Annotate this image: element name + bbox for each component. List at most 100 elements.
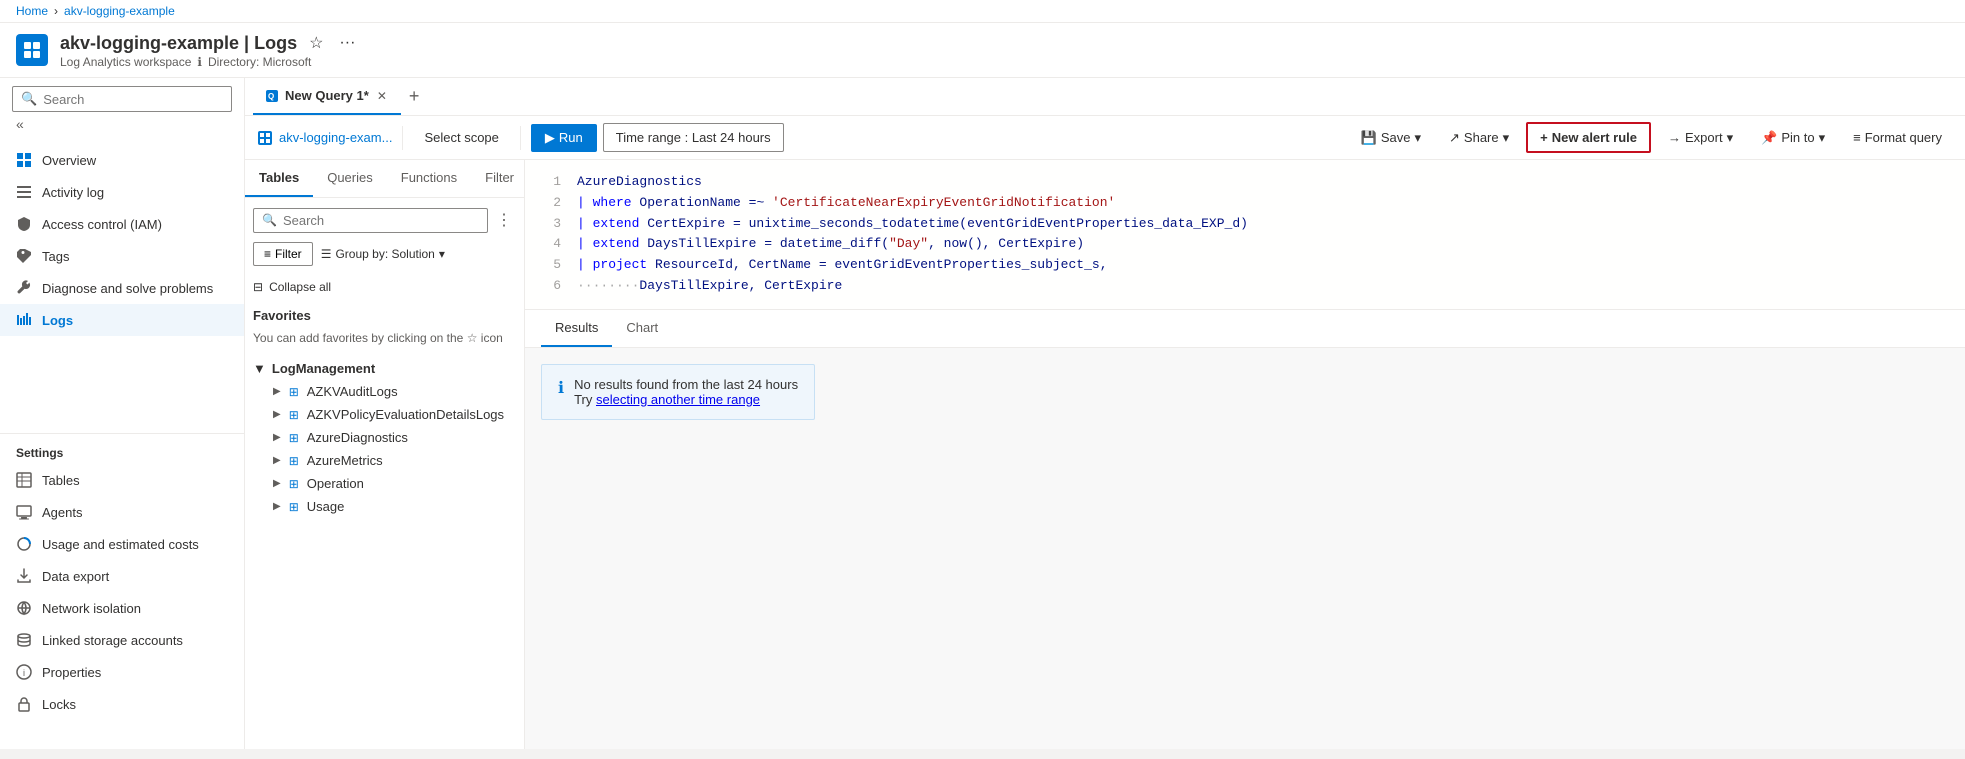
run-label: Run: [559, 130, 583, 145]
table-item-usage[interactable]: ▶ ⊞ Usage: [253, 495, 516, 518]
table-label: AzureDiagnostics: [307, 430, 408, 445]
group-by-label: Group by: Solution: [335, 247, 434, 261]
list-icon: [16, 184, 32, 200]
circle-chart-icon: [16, 536, 32, 552]
table-item-operation[interactable]: ▶ ⊞ Operation: [253, 472, 516, 495]
code-line-3: 3 | extend CertExpire = unixtime_seconds…: [541, 214, 1949, 235]
wrench-icon: [16, 280, 32, 296]
table-item-azkvpolicy[interactable]: ▶ ⊞ AZKVPolicyEvaluationDetailsLogs: [253, 403, 516, 426]
share-button[interactable]: ↗ Share ▾: [1438, 123, 1520, 153]
settings-section-header: Settings: [0, 433, 244, 464]
group-by-button[interactable]: ☰ Group by: Solution ▾: [321, 247, 445, 261]
sidebar-item-linked-storage[interactable]: Linked storage accounts: [0, 624, 244, 656]
table-item-azkvauditlogs[interactable]: ▶ ⊞ AZKVAuditLogs: [253, 380, 516, 403]
app-icon: [16, 34, 48, 66]
tables-content: ⊟ Collapse all Favorites You can add fav…: [245, 274, 524, 749]
table-expand-icon: ▶: [273, 501, 281, 512]
group-name: LogManagement: [272, 361, 375, 376]
code-line-6: 6 ········DaysTillExpire, CertExpire: [541, 276, 1949, 297]
save-label: Save: [1381, 130, 1411, 145]
export-button[interactable]: → Export ▾: [1657, 123, 1744, 153]
table-expand-icon: ▶: [273, 386, 281, 397]
sidebar-collapse-button[interactable]: «: [12, 112, 28, 136]
sidebar-item-access-control[interactable]: Access control (IAM): [0, 208, 244, 240]
sidebar-item-activity-log[interactable]: Activity log: [0, 176, 244, 208]
sidebar-nav: Overview Activity log Access control (IA…: [0, 144, 244, 429]
tab-filter[interactable]: Filter: [471, 160, 528, 197]
export-icon: →: [1668, 130, 1681, 145]
time-range-button[interactable]: Time range : Last 24 hours: [603, 123, 784, 152]
tab-tables[interactable]: Tables: [245, 160, 313, 197]
tab-add-button[interactable]: +: [401, 82, 428, 111]
table-item-azuremetrics[interactable]: ▶ ⊞ AzureMetrics: [253, 449, 516, 472]
tables-search-input[interactable]: [283, 213, 479, 228]
search-input[interactable]: [43, 92, 223, 107]
results-tab-results[interactable]: Results: [541, 310, 612, 347]
sidebar-item-label-activity-log: Activity log: [42, 185, 104, 200]
network-icon: [16, 600, 32, 616]
info-circle-icon: ℹ: [558, 378, 564, 398]
select-scope-button[interactable]: Select scope: [413, 123, 509, 152]
new-alert-plus-icon: +: [1540, 130, 1548, 145]
sidebar-item-network-isolation[interactable]: Network isolation: [0, 592, 244, 624]
sidebar-item-agents[interactable]: Agents: [0, 496, 244, 528]
sidebar-item-tables[interactable]: Tables: [0, 464, 244, 496]
share-icon: ↗: [1449, 130, 1460, 146]
format-query-button[interactable]: ≡ Format query: [1842, 123, 1953, 152]
sidebar-item-overview[interactable]: Overview: [0, 144, 244, 176]
format-icon: ≡: [1853, 130, 1861, 145]
pin-to-button[interactable]: 📌 Pin to ▾: [1750, 123, 1836, 153]
app-logo-icon: [22, 40, 42, 60]
sidebar-item-logs[interactable]: Logs: [0, 304, 244, 336]
run-button[interactable]: ▶ Run: [531, 124, 597, 152]
search-icon: 🔍: [21, 91, 37, 107]
collapse-all-button[interactable]: ⊟ Collapse all: [253, 274, 516, 300]
storage-icon: [16, 632, 32, 648]
tab-functions[interactable]: Functions: [387, 160, 471, 197]
time-range-link[interactable]: selecting another time range: [596, 392, 760, 407]
save-icon: 💾: [1361, 130, 1377, 146]
results-content: ℹ No results found from the last 24 hour…: [525, 348, 1965, 749]
results-tab-chart[interactable]: Chart: [612, 310, 672, 347]
toolbar: akv-logging-exam... Select scope ▶ Run T…: [245, 116, 1965, 160]
tab-queries[interactable]: Queries: [313, 160, 387, 197]
sidebar-item-locks[interactable]: Locks: [0, 688, 244, 720]
tab-query1[interactable]: Q New Query 1* ✕: [253, 78, 401, 115]
tables-search-more-button[interactable]: ⋮: [492, 206, 516, 234]
breadcrumb-home[interactable]: Home: [16, 4, 48, 18]
filter-icon: ≡: [264, 247, 271, 261]
table-grid-icon: ⊞: [289, 385, 299, 399]
table-grid-icon: ⊞: [289, 408, 299, 422]
breadcrumb-resource[interactable]: akv-logging-example: [64, 4, 175, 18]
grid-icon: [16, 152, 32, 168]
export-icon: [16, 568, 32, 584]
more-options-button[interactable]: ···: [335, 32, 359, 54]
table-icon: [16, 472, 32, 488]
sidebar-item-diagnose[interactable]: Diagnose and solve problems: [0, 272, 244, 304]
svg-text:Q: Q: [268, 92, 274, 101]
sidebar-item-data-export[interactable]: Data export: [0, 560, 244, 592]
save-button[interactable]: 💾 Save ▾: [1350, 123, 1432, 153]
toolbar-scope-label[interactable]: akv-logging-exam...: [279, 130, 392, 145]
code-editor[interactable]: 1 AzureDiagnostics 2 | where OperationNa…: [525, 160, 1965, 310]
code-line-5: 5 | project ResourceId, CertName = event…: [541, 255, 1949, 276]
new-alert-rule-button[interactable]: + New alert rule: [1526, 122, 1651, 153]
sidebar-item-usage-costs[interactable]: Usage and estimated costs: [0, 528, 244, 560]
sidebar-item-properties[interactable]: i Properties: [0, 656, 244, 688]
table-label: Operation: [307, 476, 364, 491]
tables-search-box[interactable]: 🔍: [253, 208, 488, 233]
sidebar-item-tags[interactable]: Tags: [0, 240, 244, 272]
main-layout: 🔍 « Overview Activity log: [0, 78, 1965, 749]
sidebar-search-box[interactable]: 🔍: [12, 86, 232, 112]
logmanagement-group-header[interactable]: ▼ LogManagement: [253, 353, 516, 380]
filter-button[interactable]: ≡ Filter: [253, 242, 313, 266]
settings-nav: Tables Agents Usage and estimated costs …: [0, 464, 244, 749]
favorite-button[interactable]: ☆: [305, 31, 327, 55]
info-icon: i: [16, 664, 32, 680]
sidebar-item-label-overview: Overview: [42, 153, 96, 168]
no-results-try-text: Try selecting another time range: [574, 392, 798, 407]
app-subtitle-text: Log Analytics workspace: [60, 55, 191, 69]
table-item-azurediagnostics[interactable]: ▶ ⊞ AzureDiagnostics: [253, 426, 516, 449]
code-line-1: 1 AzureDiagnostics: [541, 172, 1949, 193]
tab-close-button[interactable]: ✕: [375, 89, 389, 103]
